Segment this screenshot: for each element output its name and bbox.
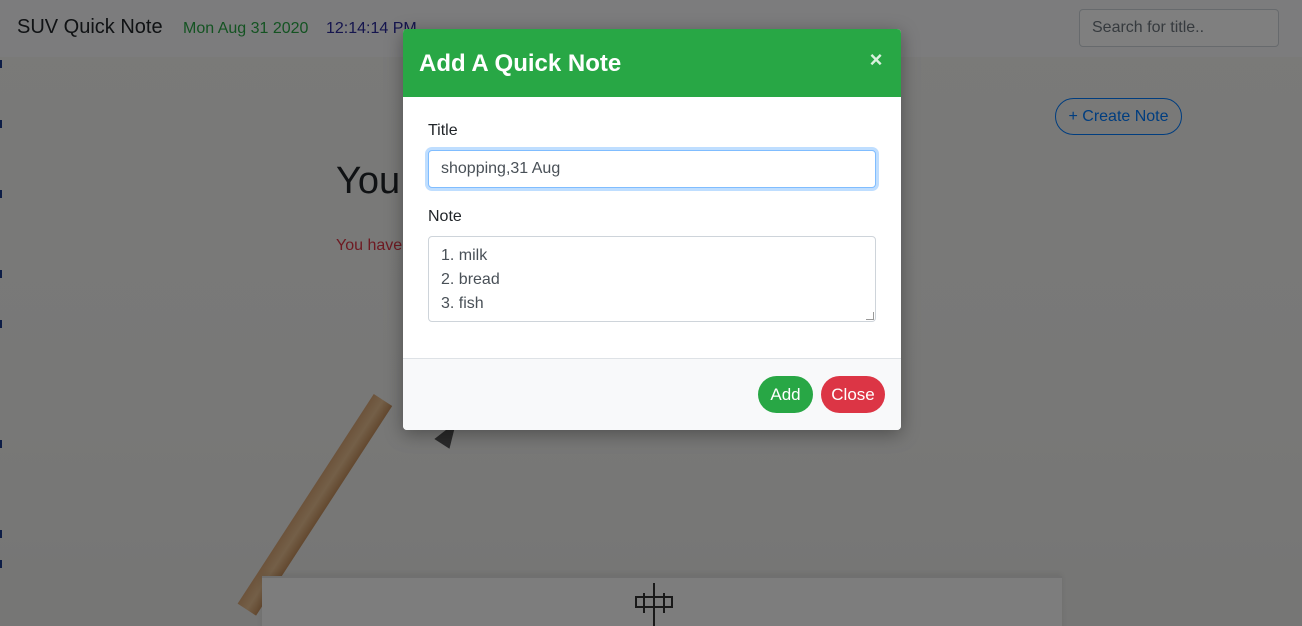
add-note-modal: Add A Quick Note × Title Note 1. milk 2.…: [403, 29, 901, 430]
close-button[interactable]: Close: [821, 376, 885, 413]
resize-handle-icon[interactable]: [866, 312, 874, 320]
note-label: Note: [428, 208, 462, 225]
add-button[interactable]: Add: [758, 376, 813, 413]
title-label: Title: [428, 122, 458, 139]
modal-footer: Add Close: [403, 358, 901, 430]
modal-title: Add A Quick Note: [419, 50, 622, 77]
title-input[interactable]: [428, 150, 876, 188]
modal-header: Add A Quick Note ×: [403, 29, 901, 97]
note-textarea[interactable]: 1. milk 2. bread 3. fish: [428, 236, 876, 322]
close-icon[interactable]: ×: [865, 47, 887, 73]
